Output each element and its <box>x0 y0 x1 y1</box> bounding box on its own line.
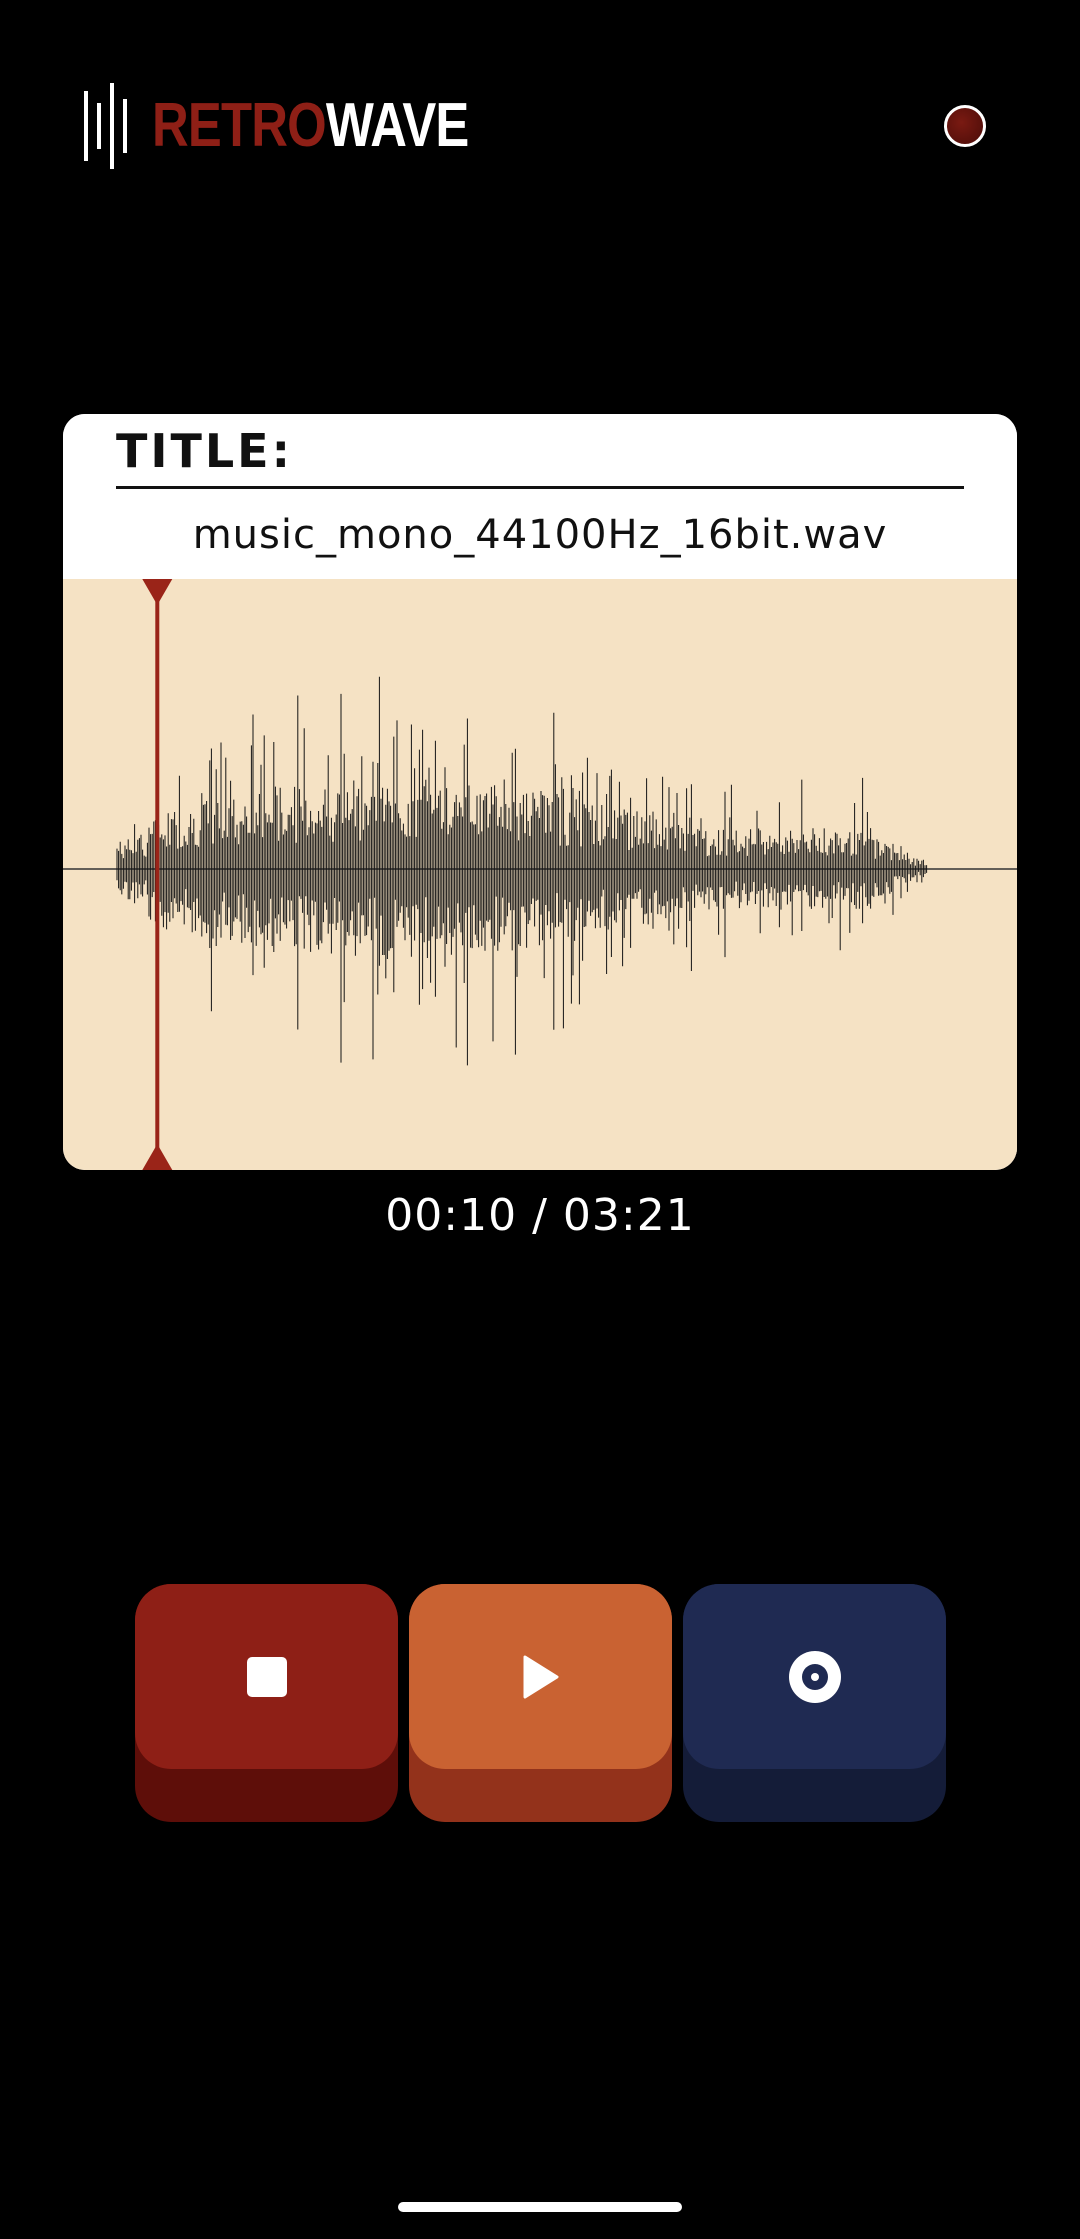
record-button[interactable] <box>683 1584 946 1822</box>
title-divider <box>116 486 964 489</box>
track-header: TITLE: music_mono_44100Hz_16bit.wav <box>63 414 1017 579</box>
app-logo: RETROWAVE <box>82 82 538 170</box>
title-label: TITLE: <box>116 424 294 478</box>
waveform-trace <box>116 676 928 1066</box>
playhead-top-marker <box>142 579 173 605</box>
play-button[interactable] <box>409 1584 672 1822</box>
playhead-line <box>155 579 160 1170</box>
record-dot-icon[interactable] <box>944 105 986 147</box>
waveform-panel[interactable] <box>63 579 1017 1170</box>
time-readout: 00:10 / 03:21 <box>385 1190 695 1241</box>
transport-controls <box>135 1584 946 1822</box>
stop-button[interactable] <box>135 1584 398 1822</box>
waveform-display <box>63 579 1017 1170</box>
sound-bars-icon <box>84 83 127 169</box>
track-card: TITLE: music_mono_44100Hz_16bit.wav <box>63 414 1017 1170</box>
playhead-bottom-marker <box>142 1144 173 1170</box>
file-name: music_mono_44100Hz_16bit.wav <box>192 512 888 558</box>
record-icon <box>683 1584 946 1769</box>
app-header: RETROWAVE <box>0 0 1080 260</box>
logo-wave-text: WAVE <box>325 91 469 160</box>
stop-icon <box>135 1584 398 1769</box>
play-icon <box>409 1584 672 1769</box>
home-indicator[interactable] <box>398 2202 682 2212</box>
waveform-path <box>116 676 928 1066</box>
logo-retro-text: RETRO <box>152 91 327 160</box>
logo-wordmark: RETROWAVE <box>152 95 469 157</box>
